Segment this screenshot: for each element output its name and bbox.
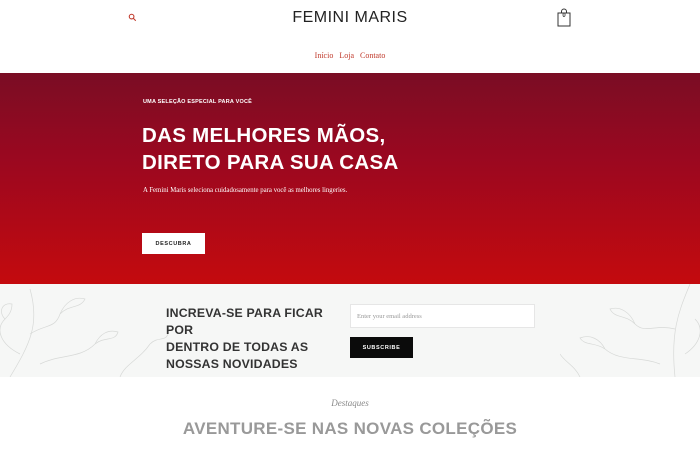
floral-decoration-right-icon: [560, 284, 700, 377]
newsletter-title-line-2: DENTRO DE TODAS AS: [166, 340, 309, 354]
nav-link-inicio[interactable]: Início: [315, 51, 334, 60]
hero-title-line-1: DAS MELHORES MÃOS,: [142, 124, 386, 147]
featured-title: AVENTURE-SE NAS NOVAS COLEÇÕES: [182, 419, 518, 438]
hero-title-line-2: DIRETO PARA SUA CASA: [142, 151, 399, 174]
hero-subtitle: A Femini Maris seleciona cuidadosamente …: [143, 187, 348, 194]
nav-link-contato[interactable]: Contato: [360, 51, 385, 60]
site-logo[interactable]: FEMINI MARIS: [0, 9, 700, 27]
newsletter-title: INCREVA-SE PARA FICAR POR DENTRO DE TODA…: [166, 305, 341, 373]
site-header: FEMINI MARIS 0 Início Loja Contato: [0, 0, 700, 73]
featured-section: Destaques AVENTURE-SE NAS NOVAS COLEÇÕES: [0, 377, 700, 452]
nav-link-loja[interactable]: Loja: [339, 51, 354, 60]
email-input[interactable]: [350, 304, 535, 328]
newsletter-title-line-3: NOSSAS NOVIDADES: [166, 357, 298, 371]
main-navigation: Início Loja Contato: [0, 51, 700, 60]
newsletter-section: INCREVA-SE PARA FICAR POR DENTRO DE TODA…: [0, 284, 700, 377]
discover-button[interactable]: DESCUBRA: [142, 233, 205, 254]
subscribe-button[interactable]: SUBSCRIBE: [350, 337, 413, 358]
cart-count-badge: 0: [562, 13, 566, 19]
newsletter-title-line-1: INCREVA-SE PARA FICAR POR: [166, 306, 324, 337]
hero-banner: UMA SELEÇÃO ESPECIAL PARA VOCÊ DAS MELHO…: [0, 73, 700, 284]
hero-eyebrow: UMA SELEÇÃO ESPECIAL PARA VOCÊ: [143, 99, 252, 105]
featured-eyebrow: Destaques: [331, 398, 369, 408]
floral-decoration-left-icon: [0, 288, 169, 377]
hero-title: DAS MELHORES MÃOS, DIRETO PARA SUA CASA: [142, 122, 462, 176]
